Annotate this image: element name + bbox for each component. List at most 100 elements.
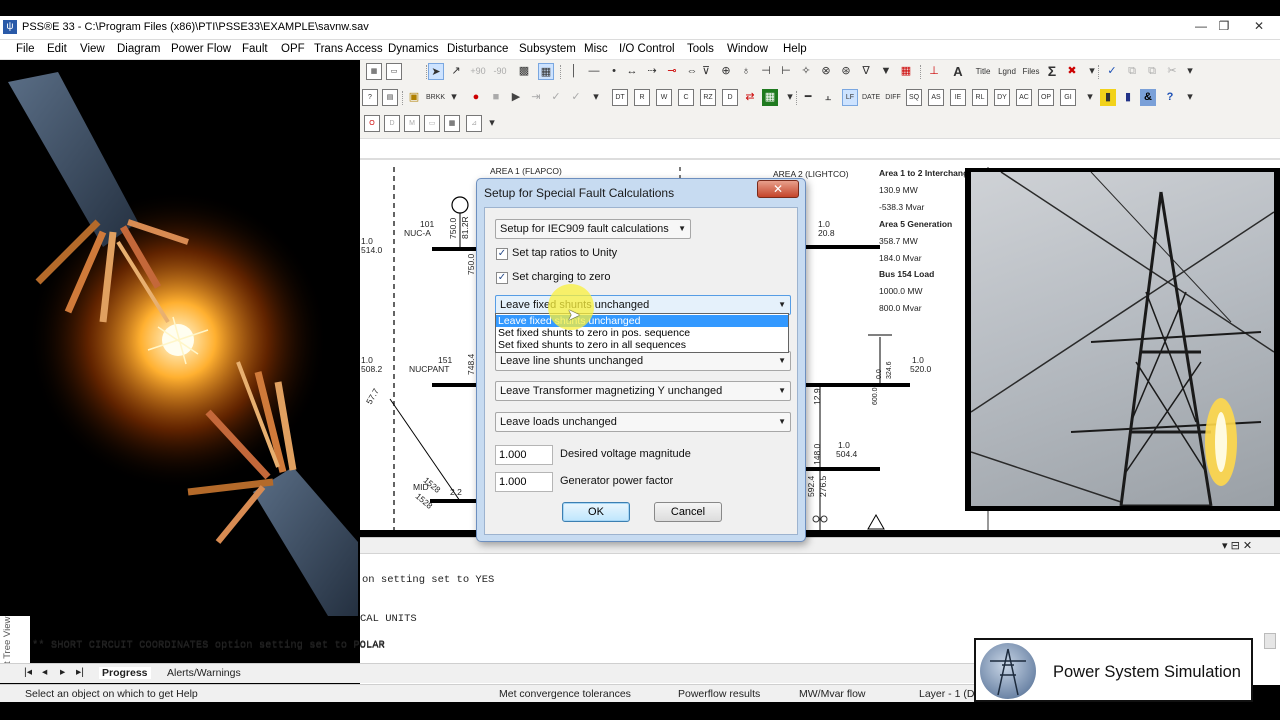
m-grey-icon[interactable]: M — [404, 115, 420, 132]
brkk-icon[interactable]: BRKK — [426, 89, 445, 106]
cut-icon[interactable]: ✂ — [1164, 63, 1180, 80]
o-icon[interactable]: O — [364, 115, 380, 132]
date-icon[interactable]: DATE — [862, 89, 880, 106]
d-grey-icon[interactable]: D — [384, 115, 400, 132]
shunt-icon[interactable]: ♁ — [738, 63, 754, 80]
copy-icon[interactable]: ⧉ — [1124, 63, 1140, 80]
tab-progress[interactable]: Progress — [99, 667, 151, 679]
lf-icon[interactable]: LF — [842, 89, 858, 106]
tab-nav-last[interactable]: ▸| — [76, 666, 84, 678]
menu-help[interactable]: Help — [783, 43, 807, 55]
output-scrollbar[interactable] — [1264, 633, 1276, 649]
table-icon[interactable]: ▦ — [366, 63, 382, 80]
dropdown-arrow-icon-2[interactable]: ▾ — [1182, 63, 1198, 80]
menu-window[interactable]: Window — [727, 43, 768, 55]
dc-line-icon[interactable]: ⊢ — [778, 63, 794, 80]
ok-button[interactable]: OK — [562, 502, 630, 522]
r-icon[interactable]: R — [634, 89, 650, 106]
tab-nav-next[interactable]: ▸ — [60, 666, 65, 678]
induction-machine-icon[interactable]: ⊛ — [838, 63, 854, 80]
stop-icon[interactable]: ■ — [488, 89, 504, 106]
load-filled-icon[interactable]: ▼ — [878, 63, 894, 80]
fault-mode-select[interactable]: Setup for IEC909 fault calculations ▼ — [495, 219, 691, 239]
menu-io-control[interactable]: I/O Control — [619, 43, 675, 55]
edit-red-icon[interactable]: ⇄ — [742, 89, 758, 106]
chart-grey-icon[interactable]: ⊿ — [466, 115, 482, 132]
rotate-minus-90-icon[interactable]: -90 — [490, 63, 510, 80]
minimize-button[interactable]: — — [1190, 18, 1212, 34]
paste-icon[interactable]: ⧉ — [1144, 63, 1160, 80]
voltage-magnitude-input[interactable]: 1.000 — [495, 445, 553, 465]
bar-icon[interactable]: ━ — [800, 89, 816, 106]
rz-icon[interactable]: RZ — [700, 89, 716, 106]
help-icon[interactable]: ? — [362, 89, 378, 106]
text-icon[interactable]: A — [950, 63, 966, 80]
transformer-magnetizing-select[interactable]: Leave Transformer magnetizing Y unchange… — [495, 381, 791, 401]
loads-select[interactable]: Leave loads unchanged ▼ — [495, 412, 791, 432]
menu-disturbance[interactable]: Disturbance — [447, 43, 508, 55]
dyn-icon[interactable]: DY — [994, 89, 1010, 106]
branch-arrow-icon[interactable]: ⇢ — [644, 63, 660, 80]
line-shunts-select[interactable]: Leave line shunts unchanged ▼ — [495, 351, 791, 371]
iec-icon[interactable]: IE — [950, 89, 966, 106]
record-icon[interactable]: ● — [468, 89, 484, 106]
check-grey-icon[interactable]: ✓ — [548, 89, 564, 106]
pointer-select-icon[interactable]: ➤ — [428, 63, 444, 80]
check-grey-icon-2[interactable]: ✓ — [568, 89, 584, 106]
rel-icon[interactable]: RL — [972, 89, 988, 106]
maximize-button[interactable]: ❐ — [1213, 18, 1235, 34]
bar-arrow-icon[interactable]: ⫠ — [820, 89, 836, 106]
gic-icon[interactable]: GI — [1060, 89, 1076, 106]
zoom-grid-icon[interactable]: ▩ — [516, 63, 532, 80]
menu-fault[interactable]: Fault — [242, 43, 268, 55]
yellow-icon[interactable]: ▮ — [1100, 89, 1116, 106]
dat-icon[interactable]: DT — [612, 89, 628, 106]
charging-label[interactable]: Set charging to zero — [512, 271, 610, 283]
w-icon[interactable]: W — [656, 89, 672, 106]
menu-view[interactable]: View — [80, 43, 105, 55]
tab-nav-first[interactable]: |◂ — [24, 666, 32, 678]
dropdown-arrow-icon-3[interactable]: ▾ — [446, 89, 462, 106]
delete-icon[interactable]: ✖ — [1064, 63, 1080, 80]
save-device-icon[interactable]: ▮ — [1120, 89, 1136, 106]
ground-icon[interactable]: ⊥ — [926, 63, 942, 80]
dropdown-option-zero-pos-seq[interactable]: Set fixed shunts to zero in pos. sequenc… — [496, 327, 788, 339]
files-label-icon[interactable]: Files — [1020, 63, 1042, 80]
menu-diagram[interactable]: Diagram — [117, 43, 160, 55]
grid-red-icon[interactable]: ▦ — [898, 63, 914, 80]
menu-opf[interactable]: OPF — [281, 43, 305, 55]
tab-alerts-warnings[interactable]: Alerts/Warnings — [167, 667, 241, 679]
menu-subsystem[interactable]: Subsystem — [519, 43, 576, 55]
ampersand-icon[interactable]: & — [1140, 89, 1156, 106]
rotate-plus-90-icon[interactable]: +90 — [468, 63, 488, 80]
window-icon[interactable]: ▭ — [386, 63, 402, 80]
c-icon[interactable]: C — [678, 89, 694, 106]
green-box-icon[interactable]: ▦ — [762, 89, 778, 106]
asc-icon[interactable]: AS — [928, 89, 944, 106]
diff-icon[interactable]: DIFF — [884, 89, 902, 106]
pan-icon[interactable]: ↗ — [448, 63, 464, 80]
opf-icon[interactable]: OP — [1038, 89, 1054, 106]
title-label-icon[interactable]: Title — [972, 63, 994, 80]
sum-icon[interactable]: Σ — [1044, 63, 1060, 80]
menu-trans-access[interactable]: Trans Access — [314, 43, 383, 55]
check-icon[interactable]: ✓ — [1104, 63, 1120, 80]
load-icon[interactable]: ⊽ — [698, 63, 714, 80]
dropdown-arrow-icon-4[interactable]: ▾ — [588, 89, 604, 106]
power-factor-input[interactable]: 1.000 — [495, 472, 553, 492]
tap-ratio-label[interactable]: Set tap ratios to Unity — [512, 247, 617, 259]
panel-controls[interactable]: ▾ ⊟ ✕ — [1222, 539, 1252, 552]
fixed-shunts-select[interactable]: Leave fixed shunts unchanged ▼ — [495, 295, 791, 315]
network-icon[interactable]: ▣ — [406, 89, 422, 106]
img-grey-icon[interactable]: ▭ — [424, 115, 440, 132]
bus-vertical-icon[interactable]: │ — [566, 63, 582, 80]
dropdown-arrow-icon-8[interactable]: ▾ — [484, 115, 500, 132]
tab-nav-prev[interactable]: ◂ — [42, 666, 47, 678]
transformer-icon[interactable]: ⊕ — [718, 63, 734, 80]
grid-icon[interactable]: ▦ — [538, 63, 554, 80]
menu-power-flow[interactable]: Power Flow — [171, 43, 231, 55]
load-arrow-icon[interactable]: ∇ — [858, 63, 874, 80]
legend-label-icon[interactable]: Lgnd — [996, 63, 1018, 80]
play-icon[interactable]: ▶ — [508, 89, 524, 106]
menu-file[interactable]: File — [16, 43, 35, 55]
